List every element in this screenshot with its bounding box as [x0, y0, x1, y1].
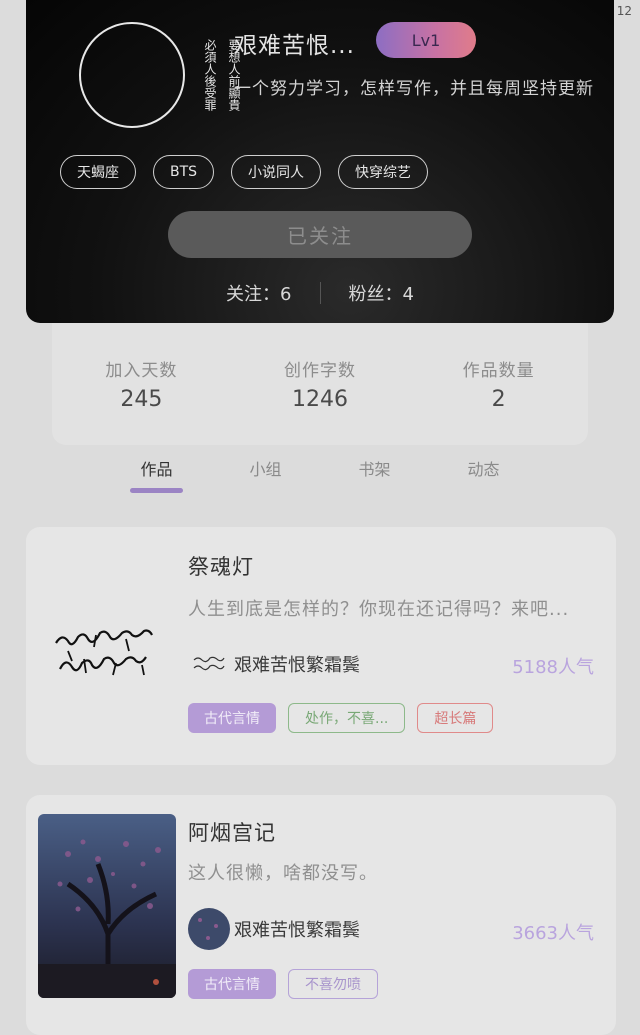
avatar[interactable]: 要想人前顯貴 必須人後受罪	[79, 22, 241, 128]
status-bar-time: 12	[616, 4, 632, 18]
work-title[interactable]: 祭魂灯	[188, 551, 254, 581]
author-row[interactable]: 艰难苦恨繁霜鬓	[188, 908, 360, 950]
profile-tabs: 作品 小组 书架 动态	[102, 456, 538, 480]
stat-label: 创作字数	[283, 361, 356, 381]
stat-word-count: 创作字数 1246	[240, 356, 400, 412]
stat-value: 1246	[291, 387, 348, 412]
tab-activity[interactable]: 动态	[429, 456, 538, 480]
work-cover-image	[38, 814, 176, 998]
tab-works[interactable]: 作品	[102, 456, 211, 480]
fans-count[interactable]: 粉丝：4	[349, 280, 414, 306]
seal-column-2: 必須人後受罪	[203, 39, 217, 111]
work-tag[interactable]: 古代言情	[188, 703, 276, 733]
author-avatar	[188, 908, 230, 950]
work-summary: 人生到底是怎样的？你现在还记得吗？来吧...	[188, 599, 570, 620]
follow-button[interactable]: 已关注	[168, 211, 472, 258]
profile-tags: 天蝎座 BTS 小说同人 快穿综艺	[60, 155, 429, 189]
author-row[interactable]: 艰难苦恨繁霜鬓	[188, 643, 360, 685]
follow-stats: 关注：6 粉丝：4	[26, 280, 614, 306]
following-count[interactable]: 关注：6	[226, 280, 291, 306]
author-avatar	[188, 643, 230, 685]
tab-bookshelf[interactable]: 书架	[320, 456, 429, 480]
work-summary: 这人很懒，啥都没写。	[188, 863, 378, 884]
profile-tag[interactable]: 快穿综艺	[338, 155, 429, 189]
user-bio: 一个努力学习，怎样写作，并且每周坚持更新	[234, 79, 594, 99]
work-card[interactable]: 祭魂灯 人生到底是怎样的？你现在还记得吗？来吧... 艰难苦恨繁霜鬓 5188人…	[26, 527, 616, 765]
work-cover-calligraphy	[38, 555, 176, 739]
profile-tag[interactable]: BTS	[153, 155, 215, 189]
stat-join-days: 加入天数 245	[61, 356, 221, 412]
work-title[interactable]: 阿烟宫记	[188, 817, 276, 847]
profile-tag[interactable]: 天蝎座	[60, 155, 136, 189]
author-name: 艰难苦恨繁霜鬓	[234, 920, 360, 941]
stat-label: 加入天数	[105, 361, 178, 381]
active-tab-indicator	[130, 488, 183, 493]
profile-tag[interactable]: 小说同人	[231, 155, 322, 189]
level-badge: Lv1	[376, 22, 476, 58]
work-tag[interactable]: 古代言情	[188, 969, 276, 999]
username: 艰难苦恨...	[234, 33, 355, 59]
popularity-count: 3663人气	[512, 923, 594, 944]
stat-value: 2	[491, 387, 506, 412]
popularity-count: 5188人气	[512, 657, 594, 678]
work-tags: 古代言情 处作，不喜... 超长篇	[188, 703, 494, 733]
stat-works-count: 作品数量 2	[419, 356, 579, 412]
work-tag[interactable]: 不喜勿喷	[288, 969, 378, 999]
stat-label: 作品数量	[462, 361, 535, 381]
avatar-seal-text: 要想人前顯貴 必須人後受罪	[21, 39, 243, 111]
tab-groups[interactable]: 小组	[211, 456, 320, 480]
work-tags: 古代言情 不喜勿喷	[188, 969, 378, 999]
divider	[319, 282, 321, 304]
work-tag[interactable]: 处作，不喜...	[288, 703, 406, 733]
profile-header: 要想人前顯貴 必須人後受罪 艰难苦恨... Lv1 一个努力学习，怎样写作，并且…	[26, 0, 614, 323]
work-tag[interactable]: 超长篇	[417, 703, 494, 733]
work-card[interactable]: 阿烟宫记 这人很懒，啥都没写。 艰难苦恨繁霜鬓 3663人气 古代言情 不喜勿喷	[26, 795, 616, 1035]
stat-value: 245	[120, 387, 163, 412]
author-name: 艰难苦恨繁霜鬓	[234, 655, 360, 676]
